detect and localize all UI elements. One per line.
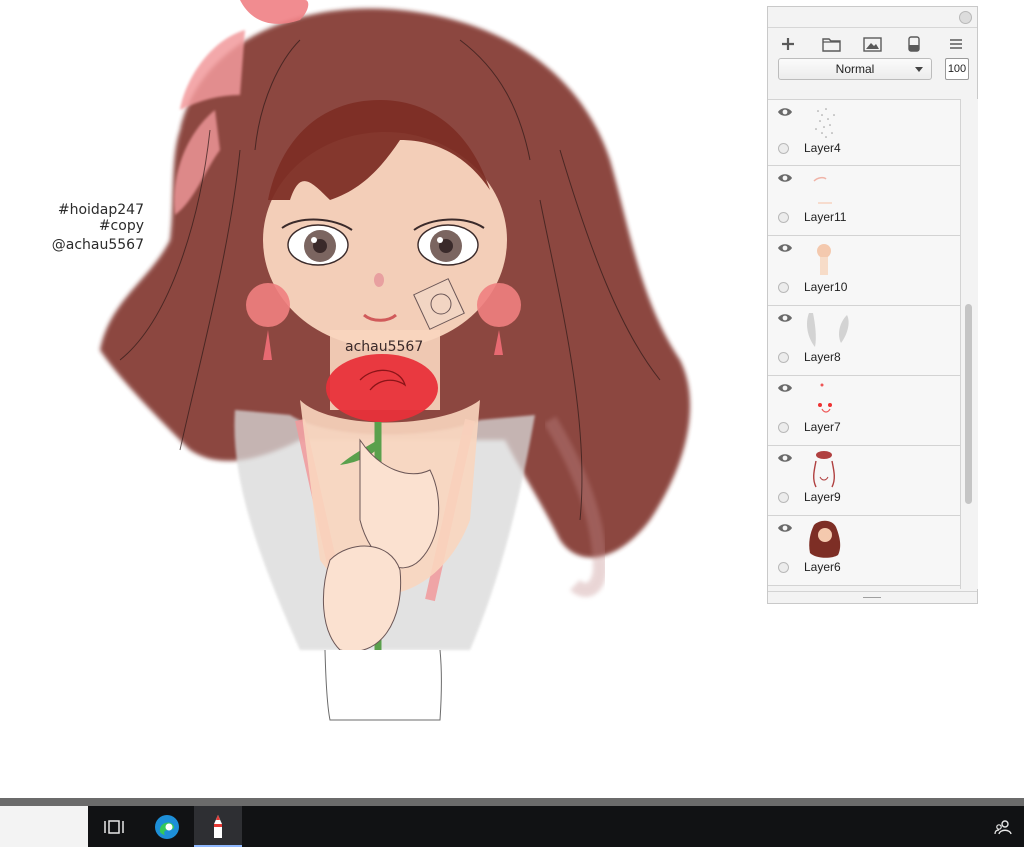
layer-row-layer10[interactable]: Layer10 (768, 236, 960, 306)
blend-row: Normal 100 (768, 58, 977, 84)
eye-icon[interactable] (777, 382, 793, 394)
edge-icon[interactable] (143, 806, 191, 847)
layer-list-scrollbar[interactable] (960, 99, 978, 589)
people-icon[interactable] (982, 806, 1024, 847)
layer-row-layer9[interactable]: Layer9 (768, 446, 960, 516)
menu-icon[interactable] (945, 34, 967, 54)
chevron-down-icon (915, 67, 923, 72)
eye-icon[interactable] (777, 172, 793, 184)
layer-name: Layer9 (804, 490, 841, 504)
layer-thumbnail (813, 451, 835, 488)
layer-row-layer6[interactable]: Layer6 (768, 516, 960, 586)
layer-toolbar (768, 28, 977, 58)
blend-mode-value: Normal (835, 62, 875, 76)
layer-name: Layer10 (804, 280, 848, 294)
layer-name: Layer11 (804, 210, 847, 224)
layer-select-radio[interactable] (778, 212, 789, 223)
add-layer-icon[interactable] (777, 34, 799, 54)
taskbar (0, 806, 1024, 847)
eye-icon[interactable] (777, 452, 793, 464)
layer-list[interactable]: Layer4 Layer11 Layer10 Layer8 Layer7 Lay… (768, 99, 960, 590)
eye-icon[interactable] (777, 312, 793, 324)
layer-thumbnail (817, 244, 831, 275)
opacity-field[interactable]: 100 (945, 58, 969, 80)
blend-mode-select[interactable]: Normal (778, 58, 932, 80)
layer-select-radio[interactable] (778, 143, 789, 154)
layer-select-radio[interactable] (778, 562, 789, 573)
layer-thumbnail (818, 383, 832, 413)
layer-select-radio[interactable] (778, 352, 789, 363)
layer-panel: Normal 100 Layer4 Layer11 Layer10 Layer8… (767, 6, 978, 604)
paint-app-icon[interactable] (194, 806, 242, 847)
layer-name: Layer6 (804, 560, 841, 574)
grip-line (863, 597, 881, 598)
layer-select-radio[interactable] (778, 492, 789, 503)
layer-row-layer8[interactable]: Layer8 (768, 306, 960, 376)
watermark-username: @achau5567 (51, 237, 144, 253)
panel-resize-grip[interactable] (768, 591, 977, 604)
scrollbar-thumb[interactable] (965, 304, 972, 504)
layer-row-layer7[interactable]: Layer7 (768, 376, 960, 446)
layer-row-layer4[interactable]: Layer4 (768, 100, 960, 166)
layer-name: Layer8 (804, 350, 841, 364)
layer-thumbnail (807, 313, 849, 347)
layer-thumbnail (809, 520, 841, 558)
eye-icon[interactable] (777, 106, 793, 118)
watermark-hashtag-hoidap: #hoidap247 (57, 202, 144, 218)
layer-select-radio[interactable] (778, 282, 789, 293)
watermark-center-username: achau5567 (345, 339, 424, 355)
eye-icon[interactable] (777, 522, 793, 534)
layer-name: Layer7 (804, 420, 841, 434)
image-icon[interactable] (861, 34, 883, 54)
layer-thumbnail (815, 108, 835, 138)
eraser-icon[interactable] (903, 34, 925, 54)
taskbar-search-box[interactable] (0, 806, 88, 847)
watermark-hashtag-copy: #copy (98, 218, 144, 234)
taskbar-border (0, 798, 1024, 806)
task-view-icon[interactable] (90, 806, 138, 847)
eye-icon[interactable] (777, 242, 793, 254)
close-icon[interactable] (959, 11, 972, 24)
layer-select-radio[interactable] (778, 422, 789, 433)
layer-row-layer11[interactable]: Layer11 (768, 166, 960, 236)
folder-icon[interactable] (820, 34, 842, 54)
panel-titlebar[interactable] (768, 7, 977, 28)
layer-thumbnail (813, 176, 832, 204)
layer-name: Layer4 (804, 141, 841, 155)
